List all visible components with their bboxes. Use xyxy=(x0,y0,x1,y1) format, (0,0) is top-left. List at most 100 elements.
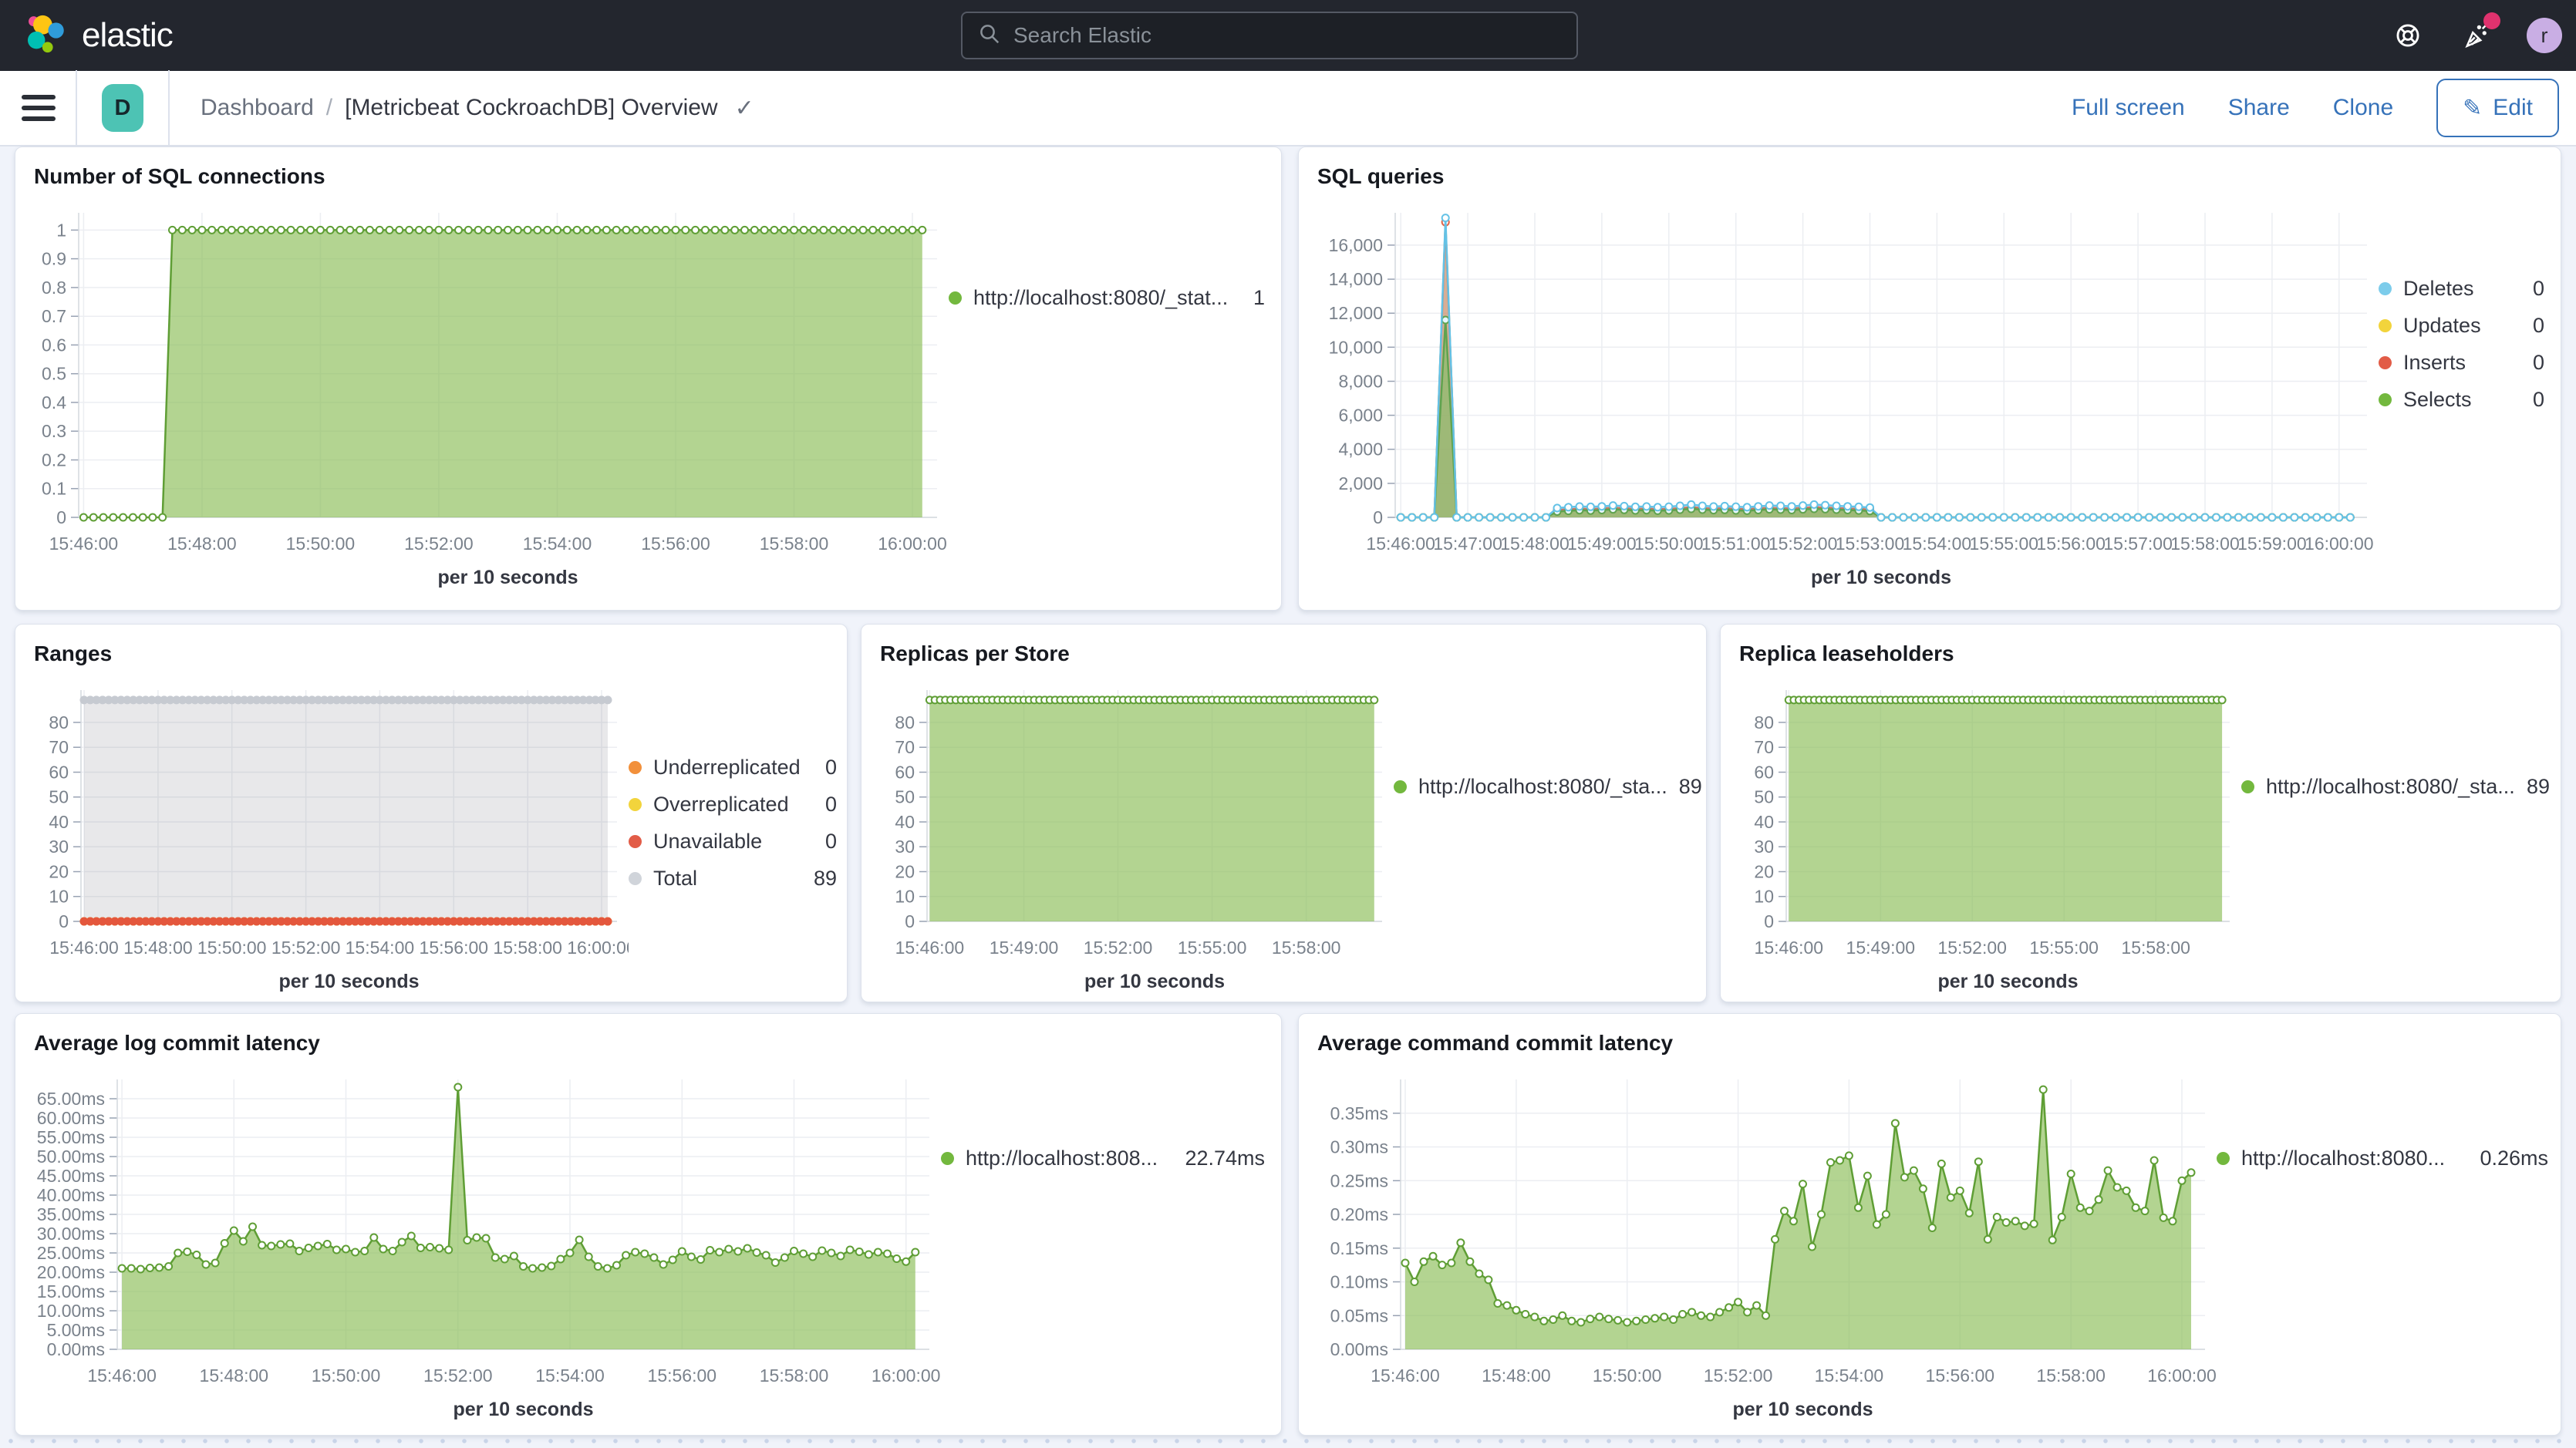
svg-text:15:50:00: 15:50:00 xyxy=(312,1365,381,1386)
title-check-icon[interactable]: ✓ xyxy=(735,95,754,122)
svg-text:40: 40 xyxy=(895,812,915,832)
svg-text:15:54:00: 15:54:00 xyxy=(1815,1365,1884,1386)
series-color-dot xyxy=(2217,1152,2230,1165)
legend-label: Selects xyxy=(2403,388,2472,412)
menu-icon[interactable] xyxy=(22,89,56,127)
panel-avg-log-commit-latency: Average log commit latency 15:46:0015:48… xyxy=(15,1013,1282,1436)
svg-text:6,000: 6,000 xyxy=(1338,406,1383,426)
panel-title: Replicas per Store xyxy=(880,641,1691,666)
legend-label: Deletes xyxy=(2403,277,2474,301)
global-search[interactable] xyxy=(961,12,1578,59)
newsfeed-icon[interactable] xyxy=(2459,19,2493,52)
legend-item[interactable]: Underreplicated0 xyxy=(629,756,837,780)
svg-text:40.00ms: 40.00ms xyxy=(37,1185,105,1205)
svg-text:14,000: 14,000 xyxy=(1329,269,1383,289)
legend-label: Unavailable xyxy=(653,830,762,854)
svg-text:45.00ms: 45.00ms xyxy=(37,1166,105,1186)
page-title: [Metricbeat CockroachDB] Overview xyxy=(345,95,718,121)
replica-leaseholders-chart[interactable]: 15:46:0015:49:0015:52:0015:55:0015:58:00… xyxy=(1736,671,2241,995)
svg-text:15:56:00: 15:56:00 xyxy=(641,534,710,554)
svg-text:5.00ms: 5.00ms xyxy=(47,1320,105,1340)
legend-value: 89 xyxy=(814,867,837,891)
svg-text:60.00ms: 60.00ms xyxy=(37,1108,105,1128)
edit-button[interactable]: ✎ Edit xyxy=(2436,79,2559,137)
svg-text:40: 40 xyxy=(49,812,69,832)
panel-title: Replica leaseholders xyxy=(1739,641,2545,666)
svg-text:15:46:00: 15:46:00 xyxy=(49,938,119,958)
edit-button-label: Edit xyxy=(2493,95,2533,121)
dashboard-grid: Number of SQL connections 15:46:0015:48:… xyxy=(0,146,2576,1448)
user-avatar[interactable]: r xyxy=(2527,18,2562,53)
chart-legend: Deletes0 Updates0 Inserts0 Selects0 xyxy=(2379,194,2544,591)
sql-connections-chart[interactable]: 15:46:0015:48:0015:50:0015:52:0015:54:00… xyxy=(31,194,949,591)
legend-item[interactable]: Updates0 xyxy=(2379,314,2544,338)
legend-value: 0 xyxy=(825,830,837,854)
chart-legend: http://localhost:808...22.74ms xyxy=(941,1060,1265,1423)
legend-item[interactable]: http://localhost:8080/_stat...1 xyxy=(949,286,1265,310)
svg-text:15:54:00: 15:54:00 xyxy=(1903,534,1972,554)
replicas-per-store-chart[interactable]: 15:46:0015:49:0015:52:0015:55:0015:58:00… xyxy=(877,671,1394,995)
svg-text:15:51:00: 15:51:00 xyxy=(1701,534,1771,554)
chart-legend: Underreplicated0 Overreplicated0 Unavailab… xyxy=(629,671,837,995)
legend-item[interactable]: Total89 xyxy=(629,867,837,891)
chart-legend: http://localhost:8080/_sta...89 xyxy=(2241,671,2550,995)
svg-text:15:48:00: 15:48:00 xyxy=(200,1365,269,1386)
legend-item[interactable]: Inserts0 xyxy=(2379,351,2544,375)
app-header: elastic r xyxy=(0,0,2576,71)
svg-text:80: 80 xyxy=(49,712,69,732)
full-screen-button[interactable]: Full screen xyxy=(2072,95,2185,121)
svg-text:15:54:00: 15:54:00 xyxy=(523,534,592,554)
legend-item[interactable]: Selects0 xyxy=(2379,388,2544,412)
avg-log-commit-latency-chart[interactable]: 15:46:0015:48:0015:50:0015:52:0015:54:00… xyxy=(31,1060,941,1423)
legend-value: 0.26ms xyxy=(2480,1147,2548,1170)
breadcrumb-separator: / xyxy=(326,95,332,121)
svg-text:15:57:00: 15:57:00 xyxy=(2103,534,2173,554)
svg-text:per 10 seconds: per 10 seconds xyxy=(437,567,578,588)
dashboard-dot-grid xyxy=(0,1436,2576,1448)
svg-text:15:58:00: 15:58:00 xyxy=(2036,1365,2106,1386)
legend-item[interactable]: http://localhost:8080/_sta...89 xyxy=(1394,775,1691,799)
legend-item[interactable]: Unavailable 0 xyxy=(629,830,837,854)
svg-text:80: 80 xyxy=(895,712,915,732)
elastic-logo[interactable]: elastic xyxy=(0,12,173,60)
dashboard-app-badge[interactable]: D xyxy=(102,84,143,132)
legend-value: 89 xyxy=(2527,775,2550,799)
series-color-dot xyxy=(1394,780,1407,793)
svg-text:12,000: 12,000 xyxy=(1329,303,1383,323)
svg-text:15:49:00: 15:49:00 xyxy=(1567,534,1637,554)
series-color-dot xyxy=(629,872,642,885)
legend-item[interactable]: Overreplicated0 xyxy=(629,793,837,817)
clone-button[interactable]: Clone xyxy=(2333,95,2393,121)
avg-command-commit-latency-chart[interactable]: 15:46:0015:48:0015:50:0015:52:0015:54:00… xyxy=(1314,1060,2217,1423)
svg-text:0.00ms: 0.00ms xyxy=(47,1339,105,1359)
legend-label: http://localhost:8080... xyxy=(2241,1147,2445,1170)
legend-item[interactable]: http://localhost:8080/_sta...89 xyxy=(2241,775,2550,799)
svg-text:15:50:00: 15:50:00 xyxy=(286,534,356,554)
series-color-dot xyxy=(629,798,642,811)
legend-label: http://localhost:8080/_stat... xyxy=(973,286,1228,310)
legend-item[interactable]: http://localhost:808...22.74ms xyxy=(941,1147,1265,1170)
legend-item[interactable]: http://localhost:8080... 0.26ms xyxy=(2217,1147,2548,1170)
sql-queries-chart[interactable]: 15:46:0015:47:0015:48:0015:49:0015:50:00… xyxy=(1314,194,2379,591)
notification-badge xyxy=(2483,12,2500,29)
svg-text:per 10 seconds: per 10 seconds xyxy=(1811,567,1951,588)
help-icon[interactable] xyxy=(2391,19,2425,52)
svg-text:16:00:00: 16:00:00 xyxy=(2305,534,2374,554)
svg-text:15:53:00: 15:53:00 xyxy=(1836,534,1905,554)
panel-ranges: Ranges 15:46:0015:48:0015:50:0015:52:001… xyxy=(15,624,848,1002)
share-button[interactable]: Share xyxy=(2228,95,2290,121)
svg-text:15:54:00: 15:54:00 xyxy=(346,938,415,958)
svg-text:0.30ms: 0.30ms xyxy=(1330,1137,1388,1157)
legend-item[interactable]: Deletes0 xyxy=(2379,277,2544,301)
search-input[interactable] xyxy=(1013,23,1561,48)
ranges-chart[interactable]: 15:46:0015:48:0015:50:0015:52:0015:54:00… xyxy=(31,671,629,995)
breadcrumb-dashboard[interactable]: Dashboard xyxy=(201,95,314,121)
series-color-dot xyxy=(941,1152,954,1165)
svg-text:15:52:00: 15:52:00 xyxy=(1937,938,2007,958)
elastic-logo-icon xyxy=(23,12,68,60)
svg-text:30: 30 xyxy=(1754,837,1774,857)
svg-text:65.00ms: 65.00ms xyxy=(37,1089,105,1109)
dashboard-toolbar: D Dashboard / [Metricbeat CockroachDB] O… xyxy=(0,71,2576,146)
panel-title: Number of SQL connections xyxy=(34,164,1266,189)
svg-text:15:49:00: 15:49:00 xyxy=(1846,938,1916,958)
